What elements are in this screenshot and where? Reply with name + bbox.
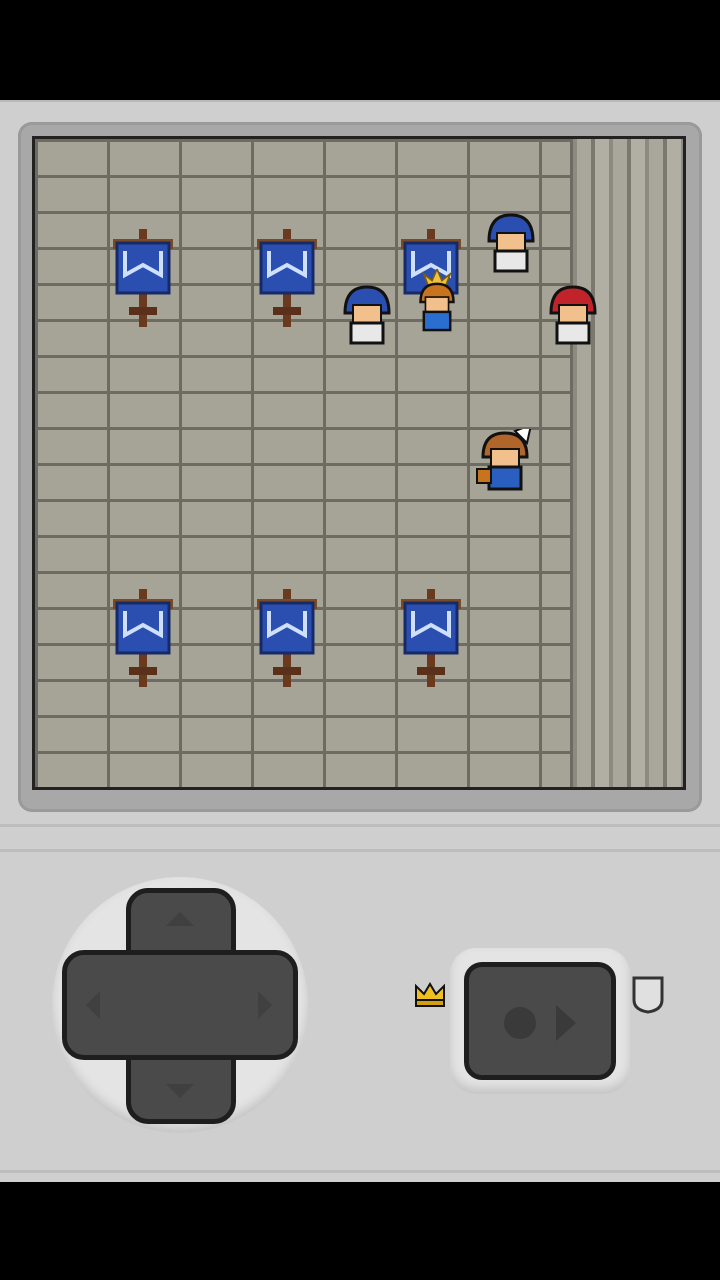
blue-banner <box>113 229 173 327</box>
blue-banner <box>113 589 173 687</box>
dpad-left-icon[interactable] <box>86 991 100 1019</box>
princess[interactable] <box>407 269 467 335</box>
action-button[interactable] <box>464 962 616 1080</box>
console-bottom-edge <box>0 1170 720 1185</box>
blue-soldier[interactable] <box>481 211 541 277</box>
game-console <box>0 100 720 1182</box>
crown-icon[interactable] <box>410 974 450 1014</box>
play-icon <box>556 1005 576 1041</box>
game-screen[interactable] <box>32 136 686 790</box>
castle-wall <box>570 139 683 787</box>
blue-banner <box>257 589 317 687</box>
blue-banner <box>401 589 461 687</box>
blue-banner <box>257 229 317 327</box>
dpad-right-icon[interactable] <box>258 991 272 1019</box>
red-soldier[interactable] <box>543 283 603 349</box>
hero[interactable] <box>475 429 535 495</box>
dpad-down-icon[interactable] <box>166 1084 194 1098</box>
screen-bezel <box>18 122 702 812</box>
blue-soldier[interactable] <box>337 283 397 349</box>
console-divider <box>0 824 720 852</box>
shield-icon[interactable] <box>628 974 668 1014</box>
record-icon <box>504 1007 536 1039</box>
dpad-center[interactable] <box>131 955 231 1055</box>
dpad-up-icon[interactable] <box>166 912 194 926</box>
